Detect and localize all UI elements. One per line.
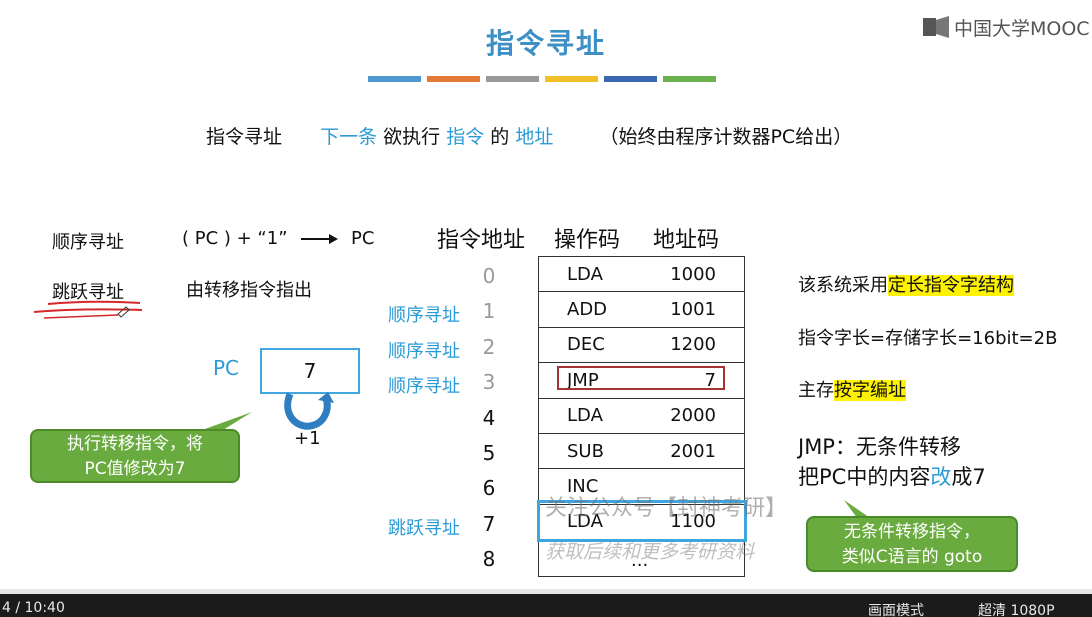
- display-mode-button[interactable]: 画面模式: [868, 600, 924, 617]
- increment-loop-arrow-icon: [284, 392, 334, 430]
- mooc-logo: 中国大学MOOC: [922, 12, 1090, 42]
- opcode-cell: DEC: [567, 334, 605, 356]
- jump-callout: 执行转移指令，将 PC值修改为7: [30, 429, 240, 483]
- mooc-logo-icon: [923, 16, 949, 38]
- subtitle-instruction: 指令: [446, 126, 485, 148]
- title-color-bar-segment: [427, 76, 480, 82]
- instruction-address: 0: [482, 264, 496, 288]
- watermark-line2: 获取后续和更多考研资料: [545, 541, 755, 563]
- sequential-addressing-label: 顺序寻址: [52, 232, 124, 253]
- instruction-address: 8: [482, 547, 496, 572]
- jmp-effect-suffix: 成7: [951, 465, 986, 489]
- address-side-note: 顺序寻址: [388, 376, 460, 398]
- opcode-cell: LDA: [567, 263, 603, 285]
- instruction-address: 7: [482, 511, 496, 536]
- subtitle-note: （始终由程序计数器PC给出）: [599, 126, 853, 148]
- fixed-length-highlight: 定长指令字结构: [888, 275, 1014, 296]
- instruction-address: 5: [482, 441, 496, 465]
- table-row: DEC 1200: [539, 328, 744, 364]
- title-color-bar-segment: [486, 76, 539, 82]
- plus-one-label: +1: [294, 428, 321, 449]
- logo-text: 中国大学MOOC: [954, 17, 1090, 40]
- sequential-formula: ( PC ) + “1” PC: [182, 228, 374, 249]
- subtitle-of: 的: [490, 126, 510, 148]
- instruction-address: 3: [482, 370, 496, 395]
- red-underline-scribble: [33, 300, 143, 319]
- word-addressing-highlight: 按字编址: [834, 380, 906, 401]
- pc-label: PC: [213, 356, 240, 380]
- word-length-line: 指令字长=存储字长=16bit=2B: [798, 328, 1058, 349]
- subtitle: 指令寻址 下一条 欲执行 指令 的 地址 （始终由程序计数器PC给出）: [206, 122, 852, 149]
- address-code-cell: 1000: [670, 263, 716, 285]
- header-address-code: 地址码: [653, 228, 720, 253]
- formula-target: PC: [351, 228, 375, 249]
- quality-button[interactable]: 超清 1080P: [978, 600, 1055, 617]
- structure-prefix: 该系统采用: [798, 275, 888, 296]
- instruction-address: 1: [482, 299, 496, 324]
- address-code-cell: 2001: [670, 440, 716, 462]
- address-side-note: 顺序寻址: [388, 305, 460, 327]
- subtitle-lead: 指令寻址: [206, 126, 283, 148]
- address-side-note: 顺序寻址: [388, 340, 460, 362]
- address-code-cell: 1001: [670, 299, 716, 321]
- goto-callout-line2: 类似C语言的 goto: [841, 547, 983, 567]
- table-row: SUB 2001: [539, 434, 744, 470]
- opcode-cell: SUB: [567, 440, 604, 462]
- header-opcode: 操作码: [554, 228, 621, 253]
- subtitle-execute: 欲执行: [383, 126, 441, 148]
- jump-description: 由转移指令指出: [186, 280, 312, 301]
- table-row: LDA 2000: [539, 399, 744, 434]
- title-color-bar-segment: [368, 76, 421, 82]
- title-color-bar-segment: [545, 76, 598, 82]
- goto-callout-line1: 无条件转移指令，: [844, 522, 980, 542]
- address-code-cell: 1200: [670, 334, 716, 356]
- table-row: LDA 1000: [539, 257, 744, 293]
- table-row: ADD 1001: [539, 292, 744, 328]
- jump-callout-line1: 执行转移指令，将: [67, 434, 203, 454]
- goto-callout: 无条件转移指令， 类似C语言的 goto: [806, 516, 1018, 572]
- address-side-note: 跳跃寻址: [388, 517, 460, 539]
- opcode-cell: ADD: [567, 299, 608, 321]
- opcode-cell: LDA: [567, 405, 603, 427]
- addressing-line: 主存按字编址: [798, 376, 906, 402]
- title-color-bar-segment: [663, 76, 716, 82]
- title-color-bar-segment: [604, 76, 657, 82]
- system-structure-line: 该系统采用定长指令字结构: [798, 271, 1014, 297]
- jmp-highlight-box: [557, 366, 725, 390]
- video-time: 4 / 10:40: [2, 600, 65, 616]
- jmp-effect-line: 把PC中的内容改成7: [798, 461, 986, 491]
- jmp-description: JMP：无条件转移: [798, 435, 961, 459]
- watermark-line1: 关注公众号【封神考研】: [545, 496, 788, 521]
- jump-callout-line2: PC值修改为7: [84, 459, 186, 479]
- jmp-effect-prefix: 把PC中的内容: [798, 465, 931, 489]
- instruction-address: 4: [482, 405, 496, 430]
- subtitle-address: 地址: [515, 126, 554, 148]
- video-control-bar: [0, 594, 1092, 617]
- address-code-cell: 2000: [670, 405, 716, 427]
- header-instruction-address: 指令地址: [437, 228, 526, 253]
- instruction-address: 6: [482, 476, 496, 501]
- right-arrow-icon: [301, 234, 339, 244]
- addressing-prefix: 主存: [798, 380, 834, 401]
- formula-expr: ( PC ) + “1”: [182, 228, 288, 249]
- subtitle-next: 下一条: [320, 126, 378, 148]
- instruction-address: 2: [482, 334, 496, 359]
- jmp-effect-change: 改: [930, 465, 952, 489]
- pc-register-box: 7: [260, 348, 360, 394]
